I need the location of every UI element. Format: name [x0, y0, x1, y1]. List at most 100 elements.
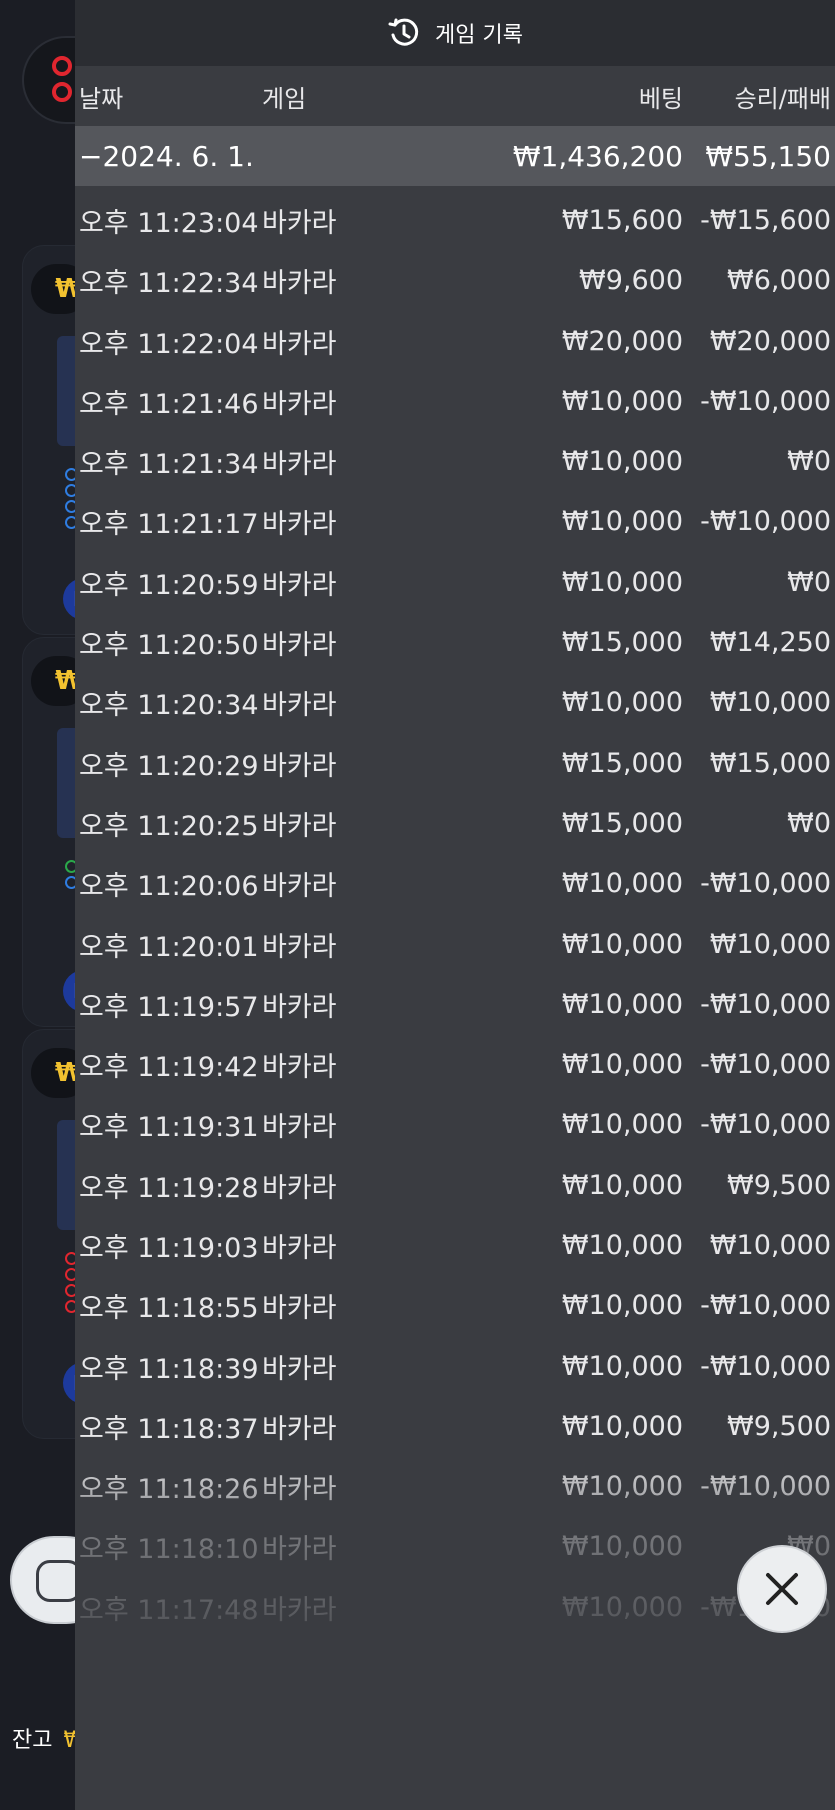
table-row[interactable]: 오후 11:22:34 바카라 ₩9,600 ₩6,000 [75, 251, 835, 311]
row-result: ₩20,000 [709, 325, 831, 357]
table-row[interactable]: 오후 11:22:04 바카라 ₩20,000 ₩20,000 [75, 311, 835, 371]
row-game: 바카라 [262, 1413, 337, 1445]
row-game: 바카라 [262, 1232, 337, 1264]
column-headers: 날짜 게임 베팅 승리/패배 [75, 66, 835, 127]
row-time: 오후 11:19:31 [79, 1112, 259, 1144]
row-result: ₩9,500 [727, 1410, 831, 1442]
table-row[interactable]: 오후 11:19:42 바카라 ₩10,000 -₩10,000 [75, 1034, 835, 1094]
row-result: -₩10,000 [700, 1290, 831, 1322]
row-game: 바카라 [262, 268, 337, 300]
row-result: -₩15,600 [700, 204, 831, 236]
panel-header: 게임 기록 [75, 0, 835, 66]
row-bet: ₩10,000 [561, 385, 683, 417]
row-time: 오후 11:18:55 [79, 1293, 259, 1325]
row-bet: ₩15,600 [561, 204, 683, 236]
row-game: 바카라 [262, 449, 337, 481]
table-row[interactable]: 오후 11:20:25 바카라 ₩15,000 ₩0 [75, 793, 835, 853]
row-game: 바카라 [262, 630, 337, 662]
row-result: ₩0 [787, 807, 831, 839]
row-game: 바카라 [262, 1474, 337, 1506]
close-icon [766, 1573, 798, 1605]
row-time: 오후 11:20:29 [79, 750, 259, 782]
row-game: 바카라 [262, 207, 337, 239]
row-time: 오후 11:19:28 [79, 1172, 259, 1204]
row-time: 오후 11:22:34 [79, 268, 259, 300]
table-row[interactable]: 오후 11:18:26 바카라 ₩10,000 -₩10,000 [75, 1457, 835, 1517]
table-row[interactable]: 오후 11:20:01 바카라 ₩10,000 ₩10,000 [75, 914, 835, 974]
table-row[interactable]: 오후 11:19:28 바카라 ₩10,000 ₩9,500 [75, 1155, 835, 1215]
table-row[interactable]: 오후 11:20:06 바카라 ₩10,000 -₩10,000 [75, 854, 835, 914]
row-bet: ₩10,000 [561, 1350, 683, 1382]
row-bet: ₩10,000 [561, 1531, 683, 1563]
row-bet: ₩10,000 [561, 687, 683, 719]
row-time: 오후 11:21:34 [79, 449, 259, 481]
row-result: ₩0 [787, 446, 831, 478]
row-game: 바카라 [262, 1353, 337, 1385]
row-result: -₩10,000 [700, 1109, 831, 1141]
row-time: 오후 11:19:42 [79, 1052, 259, 1084]
row-result: ₩10,000 [709, 1229, 831, 1261]
table-row[interactable]: 오후 11:21:17 바카라 ₩10,000 -₩10,000 [75, 492, 835, 552]
table-row[interactable]: 오후 11:20:34 바카라 ₩10,000 ₩10,000 [75, 673, 835, 733]
table-row[interactable]: 오후 11:19:03 바카라 ₩10,000 ₩10,000 [75, 1215, 835, 1275]
row-result: -₩10,000 [700, 868, 831, 900]
row-bet: ₩10,000 [561, 1109, 683, 1141]
row-time: 오후 11:18:37 [79, 1413, 259, 1445]
row-result: -₩10,000 [700, 506, 831, 538]
row-game: 바카라 [262, 388, 337, 420]
row-game: 바카라 [262, 1172, 337, 1204]
date-group-bet-total: ₩1,436,200 [512, 139, 683, 173]
row-game: 바카라 [262, 690, 337, 722]
table-row[interactable]: 오후 11:18:55 바카라 ₩10,000 -₩10,000 [75, 1276, 835, 1336]
row-bet: ₩10,000 [561, 1049, 683, 1081]
row-time: 오후 11:19:57 [79, 991, 259, 1023]
row-bet: ₩10,000 [561, 1229, 683, 1261]
row-bet: ₩10,000 [561, 1169, 683, 1201]
row-result: -₩10,000 [700, 1049, 831, 1081]
table-row[interactable]: 오후 11:20:29 바카라 ₩15,000 ₩15,000 [75, 733, 835, 793]
row-result: ₩10,000 [709, 687, 831, 719]
table-row[interactable]: 오후 11:21:34 바카라 ₩10,000 ₩0 [75, 431, 835, 491]
row-bet: ₩10,000 [561, 928, 683, 960]
table-row[interactable]: 오후 11:18:39 바카라 ₩10,000 -₩10,000 [75, 1336, 835, 1396]
table-row[interactable]: 오후 11:18:10 바카라 ₩10,000 ₩0 [75, 1517, 835, 1577]
row-result: ₩6,000 [727, 265, 831, 297]
game-history-panel: 게임 기록 날짜 게임 베팅 승리/패배 −2024. 6. 1. ₩1,436… [75, 0, 835, 1810]
table-row[interactable]: 오후 11:20:59 바카라 ₩10,000 ₩0 [75, 552, 835, 612]
row-bet: ₩10,000 [561, 988, 683, 1020]
row-time: 오후 11:19:03 [79, 1232, 259, 1264]
row-game: 바카라 [262, 1534, 337, 1566]
row-game: 바카라 [262, 1052, 337, 1084]
row-bet: ₩15,000 [561, 807, 683, 839]
row-result: ₩14,250 [709, 627, 831, 659]
row-result: -₩10,000 [700, 1471, 831, 1503]
history-icon [388, 18, 419, 46]
row-time: 오후 11:21:46 [79, 388, 259, 420]
table-row[interactable]: 오후 11:23:04 바카라 ₩15,600 -₩15,600 [75, 190, 835, 250]
row-result: -₩10,000 [700, 385, 831, 417]
column-header-bet: 베팅 [638, 84, 683, 113]
row-bet: ₩10,000 [561, 1410, 683, 1442]
table-row[interactable]: 오후 11:17:48바카라₩10,000-₩10,000 [75, 1577, 835, 1637]
date-group-row[interactable]: −2024. 6. 1. ₩1,436,200 ₩55,150 [75, 126, 835, 187]
row-game: 바카라 [262, 1594, 337, 1626]
balance-label: 잔고 [12, 1728, 53, 1753]
row-bet: ₩10,000 [561, 1591, 683, 1623]
row-time: 오후 11:22:04 [79, 328, 259, 360]
row-time: 오후 11:20:59 [79, 569, 259, 601]
date-group-result-total: ₩55,150 [705, 139, 831, 173]
table-row[interactable]: 오후 11:21:46 바카라 ₩10,000 -₩10,000 [75, 371, 835, 431]
table-row[interactable]: 오후 11:18:37 바카라 ₩10,000 ₩9,500 [75, 1396, 835, 1456]
row-game: 바카라 [262, 931, 337, 963]
table-row[interactable]: 오후 11:20:50 바카라 ₩15,000 ₩14,250 [75, 612, 835, 672]
table-row[interactable]: 오후 11:19:57 바카라 ₩10,000 -₩10,000 [75, 974, 835, 1034]
table-row[interactable]: 오후 11:19:31 바카라 ₩10,000 -₩10,000 [75, 1095, 835, 1155]
row-game: 바카라 [262, 1293, 337, 1325]
close-button[interactable] [737, 1545, 827, 1633]
history-list[interactable]: 오후 11:23:04 바카라 ₩15,600 -₩15,600 오후 11:22:34… [75, 190, 835, 1637]
row-time: 오후 11:20:25 [79, 810, 259, 842]
row-game: 바카라 [262, 569, 337, 601]
row-bet: ₩10,000 [561, 446, 683, 478]
row-bet: ₩10,000 [561, 506, 683, 538]
date-group-label: −2024. 6. 1. [79, 139, 254, 173]
